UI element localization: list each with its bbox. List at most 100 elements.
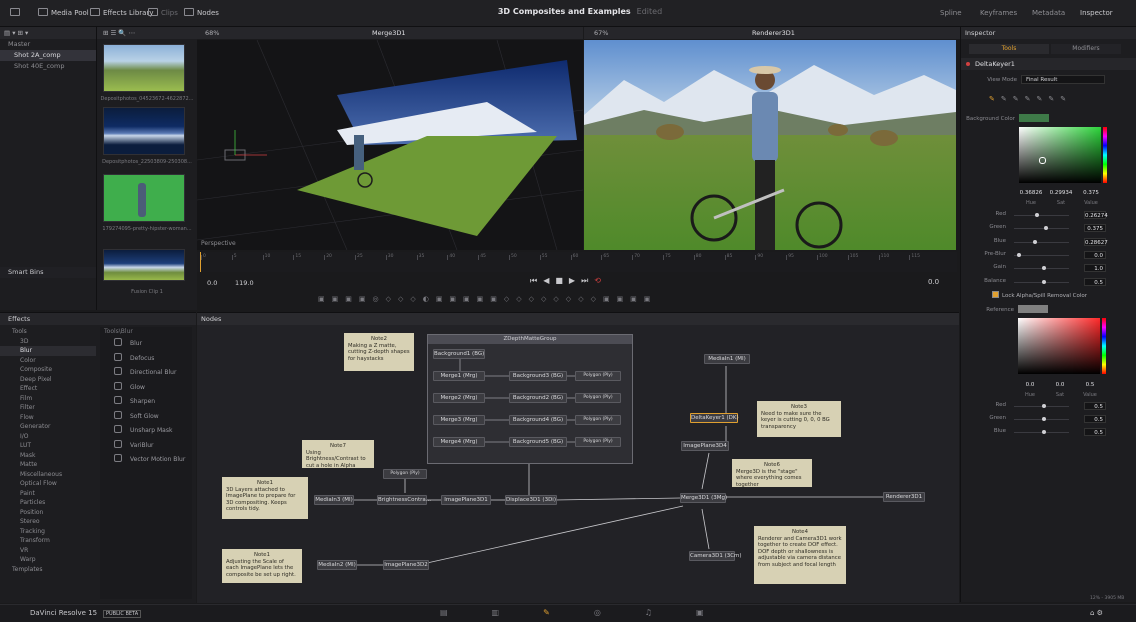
tool-item[interactable]: VariBlur — [100, 439, 192, 454]
tool-item[interactable]: Vector Motion Blur — [100, 453, 192, 468]
node-background5[interactable]: Background5 (BG) — [509, 437, 567, 447]
tool-item[interactable]: Defocus — [100, 352, 192, 367]
node-polygon-2[interactable]: Polygon (Ply) — [383, 469, 427, 479]
slider-knob[interactable] — [1041, 430, 1046, 434]
node-renderer3d1[interactable]: Renderer3D1 — [883, 492, 925, 502]
parameter-row[interactable]: Blue 0.5 — [962, 428, 1136, 437]
tool-item[interactable]: Directional Blur — [100, 366, 192, 381]
note6[interactable]: Note6 Merge3D is the "stage" where every… — [732, 459, 812, 488]
tab-modifiers[interactable]: Modifiers — [1051, 44, 1121, 54]
effects-category-item[interactable]: LUT — [0, 441, 96, 451]
transport-controls[interactable]: ⏮◀■▶⏭⟲ — [530, 276, 607, 286]
inspector-button[interactable]: Inspector — [1080, 7, 1113, 19]
node-merge4[interactable]: Merge4 (Mrg) — [433, 437, 485, 447]
clips-button[interactable]: Clips — [148, 7, 178, 19]
note1[interactable]: Note1 3D Layers attached to ImagePlane t… — [222, 477, 308, 519]
color-picker-cursor[interactable] — [1039, 157, 1046, 164]
note3[interactable]: Note3 Need to make sure the keyer is cut… — [757, 401, 841, 437]
tool-item[interactable]: Soft Glow — [100, 410, 192, 425]
parameter-row[interactable]: Red 0.26274 — [962, 211, 1136, 220]
effects-category-item[interactable]: I/O — [0, 432, 96, 442]
clip-thumbnail-peaks[interactable] — [103, 107, 185, 155]
slider-knob[interactable] — [1033, 239, 1038, 244]
effects-category-item[interactable]: Paint — [0, 489, 96, 499]
slider-knob[interactable] — [1041, 404, 1046, 408]
left-viewer-zoom[interactable]: 68% — [205, 27, 219, 39]
note8[interactable]: Note1 Adjusting the Scale of each ImageP… — [222, 549, 302, 583]
slider-knob[interactable] — [1041, 266, 1046, 271]
node-merge3d1[interactable]: Merge3D1 (3Mg) — [680, 493, 727, 503]
app-icon[interactable] — [10, 7, 23, 19]
effects-category-item[interactable]: Deep Pixel — [0, 375, 96, 385]
node-background2[interactable]: Background2 (BG) — [509, 393, 567, 403]
effects-category-item[interactable]: Tools — [0, 327, 96, 337]
tool-bar[interactable]: ▣▣▣▣◎◇◇◇◐▣▣▣▣▣◇◇◇◇◇◇◇◇▣▣▣▣ — [318, 295, 657, 303]
parameter-value[interactable]: 0.5 — [1084, 415, 1106, 423]
effects-category-item[interactable]: Flow — [0, 413, 96, 423]
effects-category-item[interactable]: Filter — [0, 403, 96, 413]
node-imageplane3d1[interactable]: ImagePlane3D1 — [441, 495, 491, 505]
node-mediain2[interactable]: MediaIn2 (MI) — [317, 560, 357, 570]
effects-category-item[interactable]: Warp — [0, 555, 96, 565]
parameter-row[interactable]: Green 0.5 — [962, 415, 1136, 424]
slider-knob[interactable] — [1044, 226, 1049, 231]
parameter-row[interactable]: Balance 0.5 — [962, 277, 1136, 287]
media-pool-button[interactable]: Media Pool — [38, 7, 89, 19]
tool-item[interactable]: Sharpen — [100, 395, 192, 410]
node-background4[interactable]: Background4 (BG) — [509, 415, 567, 425]
slider-knob[interactable] — [1016, 252, 1021, 257]
reference-swatch[interactable] — [1018, 305, 1048, 313]
effects-category-item[interactable]: Generator — [0, 422, 96, 432]
tab-tools[interactable]: Tools — [969, 44, 1049, 54]
node-camera3d1[interactable]: Camera3D1 (3Cm) — [689, 551, 742, 561]
hue-slider[interactable] — [1103, 127, 1107, 183]
effects-category-item[interactable]: Particles — [0, 498, 96, 508]
node-imageplane3d4[interactable]: ImagePlane3D4 — [681, 441, 729, 451]
parameter-value[interactable]: 1.0 — [1084, 264, 1106, 273]
right-viewer[interactable] — [584, 40, 956, 250]
node-polygon[interactable]: Polygon (Ply) — [575, 437, 621, 447]
parameter-row[interactable]: Green 0.375 — [962, 224, 1136, 233]
effects-category-item[interactable]: Templates — [0, 565, 96, 575]
node-imageplane3d2[interactable]: ImagePlane3D2 — [383, 560, 429, 570]
node-polygon[interactable]: Polygon (Ply) — [575, 371, 621, 381]
reference-hue-slider[interactable] — [1102, 318, 1106, 374]
parameter-row[interactable]: Pre-Blur 0.0 — [962, 250, 1136, 260]
node-mediain1[interactable]: MediaIn1 (MI) — [704, 354, 750, 364]
current-frame[interactable]: 0.0 — [928, 278, 939, 286]
node-merge3[interactable]: Merge3 (Mrg) — [433, 415, 485, 425]
nodes-button[interactable]: Nodes — [184, 7, 219, 19]
parameter-slider[interactable] — [1014, 215, 1069, 216]
slider-knob[interactable] — [1034, 213, 1039, 217]
inspector-icon-row[interactable]: ✎✎✎✎✎✎✎ — [989, 95, 1072, 103]
node-deltakeyer1[interactable]: DeltaKeyer1 (DK) — [690, 413, 739, 423]
note4[interactable]: Note4 Renderer and Camera3D1 work togeth… — [754, 526, 846, 584]
node-background3[interactable]: Background3 (BG) — [509, 371, 567, 381]
clip-thumbnail-mountains[interactable] — [103, 44, 185, 92]
parameter-value[interactable]: 0.28627 — [1084, 237, 1108, 246]
clip-thumbnail-fusion[interactable] — [103, 249, 185, 281]
effects-category-item[interactable]: Film — [0, 394, 96, 404]
smart-bins[interactable]: Smart Bins — [0, 267, 104, 278]
effects-category-item[interactable]: Optical Flow — [0, 479, 96, 489]
effects-category-item[interactable]: Miscellaneous — [0, 470, 96, 480]
background-color-swatch[interactable] — [1019, 114, 1049, 122]
parameter-value[interactable]: 0.5 — [1084, 428, 1106, 436]
effects-category-item[interactable]: Tracking — [0, 527, 96, 537]
effects-category-item[interactable]: Position — [0, 508, 96, 518]
parameter-slider[interactable] — [1014, 228, 1069, 230]
effects-category-item[interactable]: VR — [0, 546, 96, 556]
parameter-slider[interactable] — [1014, 254, 1069, 256]
clip-thumbnail-greenscreen[interactable] — [103, 174, 185, 222]
parameter-value[interactable]: 0.26274 — [1084, 211, 1108, 219]
tool-item[interactable]: Blur — [100, 337, 192, 352]
effects-category-item[interactable]: Composite — [0, 365, 96, 375]
note2[interactable]: Note2 Making a Z matte, cutting Z-depth … — [344, 333, 414, 371]
bin-master[interactable]: Master — [0, 39, 96, 50]
parameter-value[interactable]: 0.5 — [1084, 277, 1106, 286]
home-icon[interactable]: ⌂ ⚙ — [1090, 609, 1103, 617]
parameter-value[interactable]: 0.0 — [1084, 250, 1106, 259]
right-viewer-zoom[interactable]: 67% — [594, 27, 608, 39]
effects-category-item[interactable]: Stereo — [0, 517, 96, 527]
lock-alpha-checkbox[interactable]: Lock Alpha/Spill Removal Color — [992, 291, 1087, 299]
